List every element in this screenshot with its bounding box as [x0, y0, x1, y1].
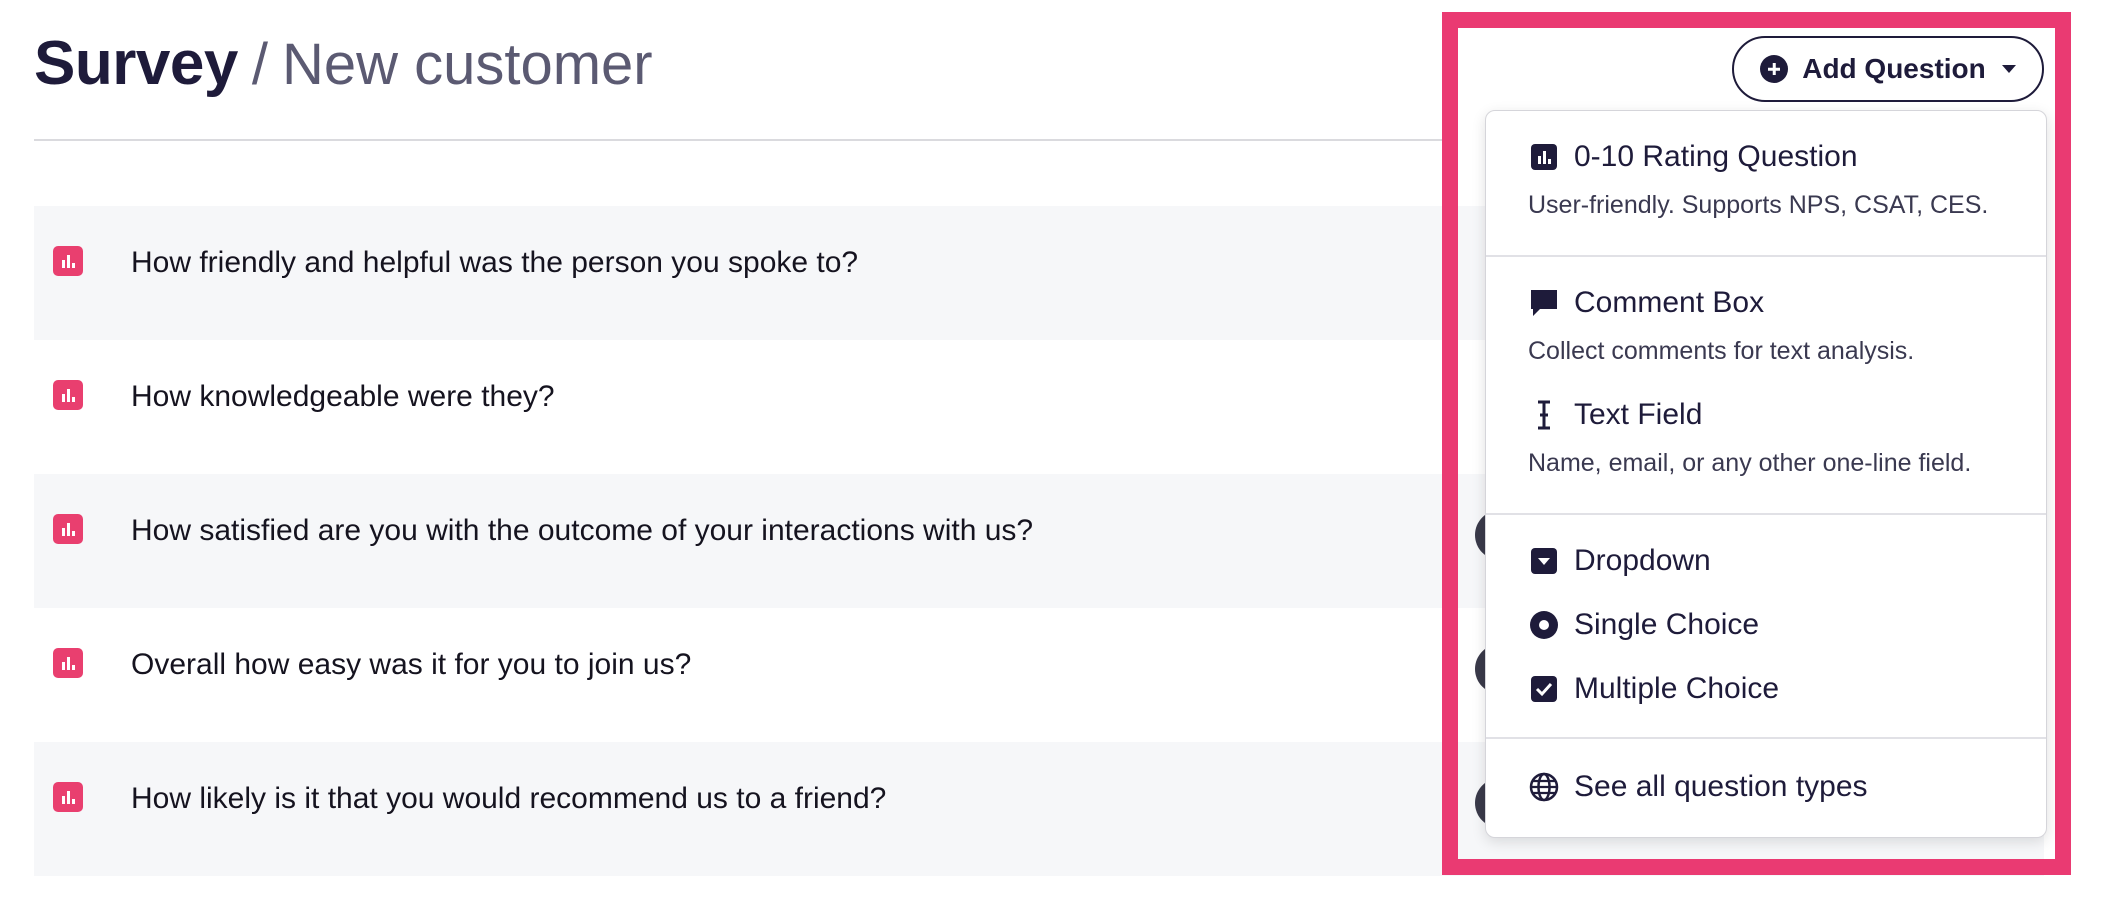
menu-divider — [1486, 513, 2046, 515]
add-question-label: Add Question — [1802, 53, 1986, 84]
menu-item-description: Collect comments for text analysis. — [1528, 337, 1915, 365]
survey-title: Survey — [34, 29, 238, 98]
menu-item-rating-question[interactable]: 0-10 Rating Question — [1528, 137, 1858, 177]
menu-item-label: Comment Box — [1574, 286, 1765, 319]
menu-item-single-choice[interactable]: Single Choice — [1528, 605, 1759, 645]
caret-down-icon — [2001, 65, 2016, 73]
menu-item-comment-box[interactable]: Comment Box — [1528, 283, 1764, 323]
question-text: How knowledgeable were they? — [131, 380, 555, 413]
menu-item-description: User-friendly. Supports NPS, CSAT, CES. — [1528, 191, 1989, 219]
menu-item-label: Text Field — [1574, 398, 1703, 431]
menu-item-description: Name, email, or any other one-line field… — [1528, 449, 1972, 477]
menu-item-label: Dropdown — [1574, 544, 1711, 577]
question-text: How friendly and helpful was the person … — [131, 246, 859, 279]
add-question-button[interactable]: Add Question — [1732, 36, 2044, 102]
menu-item-dropdown[interactable]: Dropdown — [1528, 541, 1711, 581]
menu-item-see-all[interactable]: See all question types — [1528, 767, 1868, 807]
survey-name: New customer — [281, 32, 653, 97]
menu-item-multiple-choice[interactable]: Multiple Choice — [1528, 669, 1779, 709]
rating-question-icon — [53, 246, 83, 276]
menu-item-label: 0-10 Rating Question — [1574, 140, 1858, 173]
comment-icon — [1528, 287, 1560, 319]
breadcrumb-separator: / — [251, 32, 268, 97]
rating-question-icon — [53, 380, 83, 410]
plus-circle-icon — [1760, 55, 1789, 83]
bar-chart-icon — [1528, 141, 1560, 173]
page-title: Survey / New customer — [34, 28, 653, 108]
menu-item-label: Multiple Choice — [1574, 672, 1780, 705]
menu-divider — [1486, 737, 2046, 739]
question-text: How satisfied are you with the outcome o… — [131, 514, 1034, 547]
text-cursor-icon — [1528, 399, 1560, 431]
menu-divider — [1486, 255, 2046, 257]
dropdown-icon — [1528, 545, 1560, 577]
menu-item-label: Single Choice — [1574, 608, 1760, 641]
radio-icon — [1528, 609, 1560, 641]
rating-question-icon — [53, 782, 83, 812]
question-text: Overall how easy was it for you to join … — [131, 648, 692, 681]
globe-icon — [1528, 771, 1560, 803]
question-type-menu: 0-10 Rating Question User-friendly. Supp… — [1485, 110, 2047, 838]
question-text: How likely is it that you would recommen… — [131, 782, 887, 815]
rating-question-icon — [53, 648, 83, 678]
checkbox-icon — [1528, 673, 1560, 705]
rating-question-icon — [53, 514, 83, 544]
menu-item-label: See all question types — [1574, 770, 1868, 803]
header-divider — [34, 139, 1444, 141]
menu-item-text-field[interactable]: Text Field — [1528, 395, 1702, 435]
